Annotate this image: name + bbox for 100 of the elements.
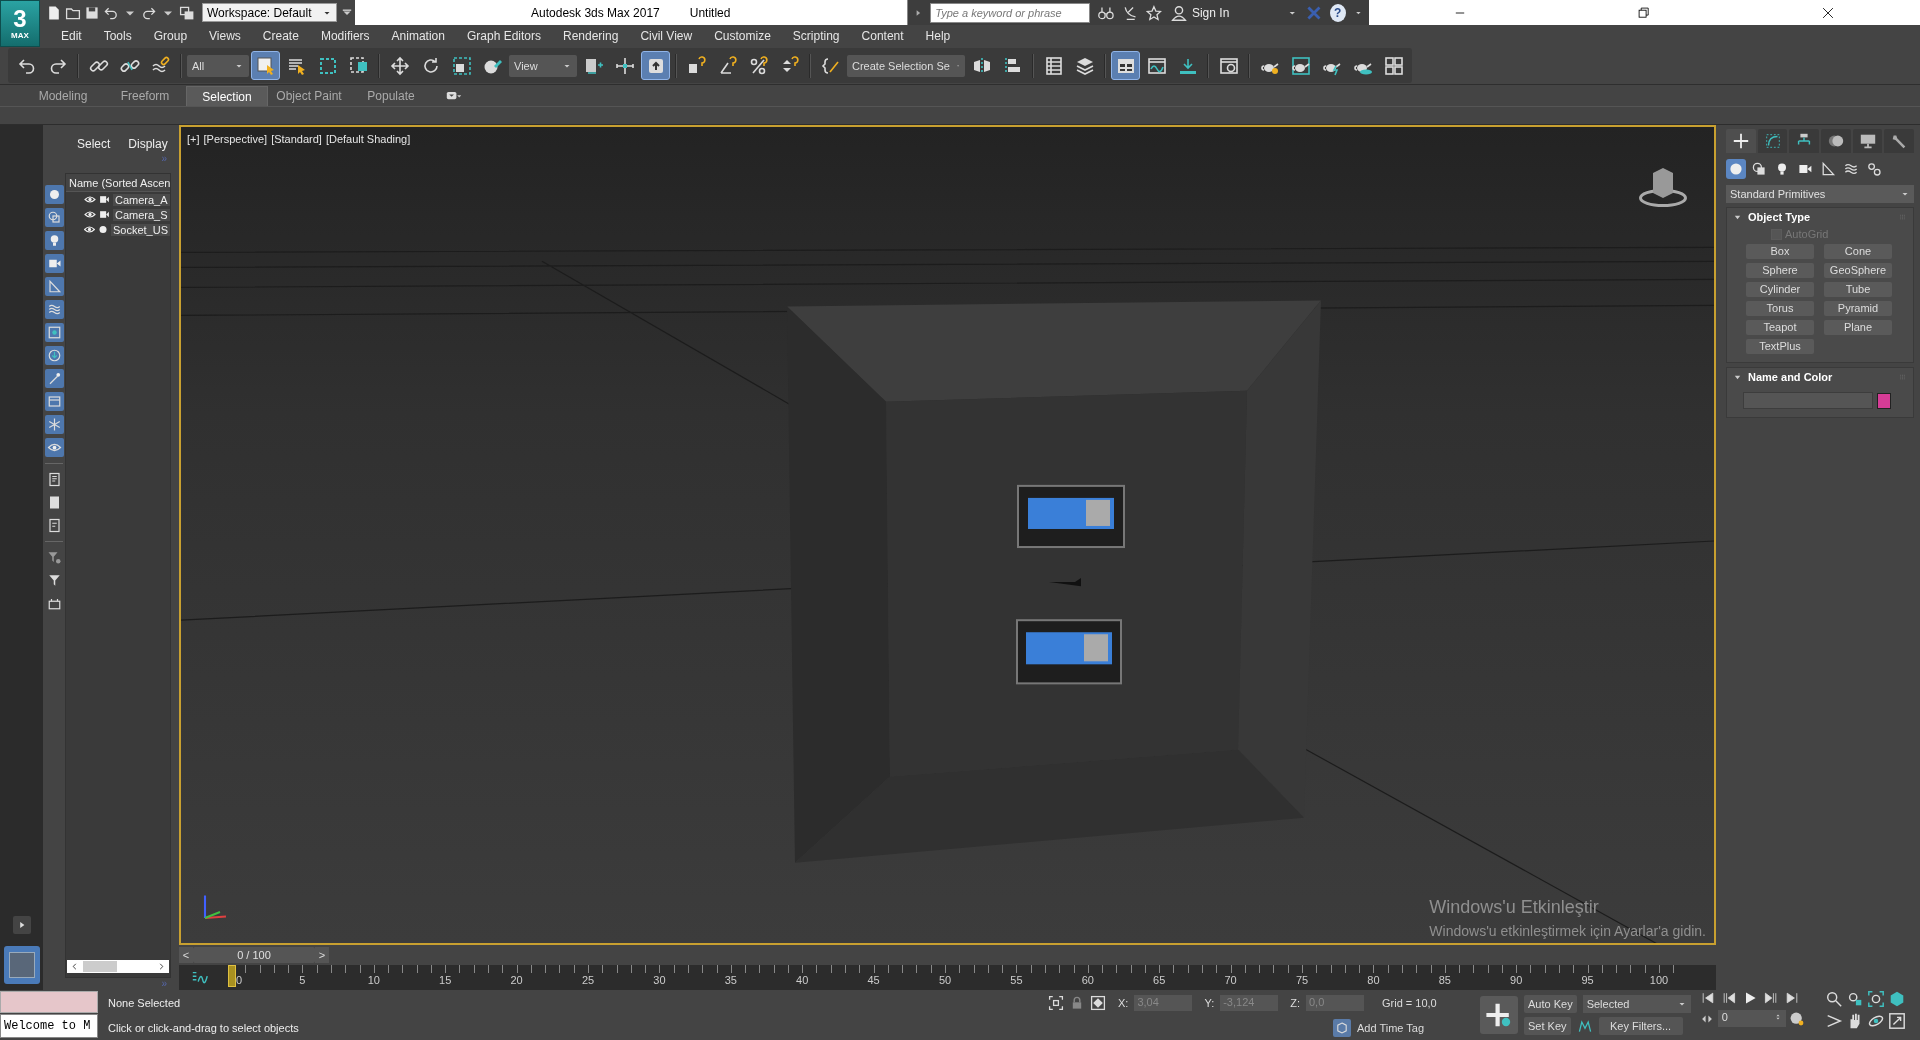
add-time-tag-label[interactable]: Add Time Tag — [1357, 1021, 1425, 1034]
menu-item[interactable]: Scripting — [781, 29, 851, 43]
previous-frame-button[interactable]: < — [179, 947, 193, 963]
category-dropdown[interactable]: Standard Primitives — [1726, 185, 1914, 203]
maxscript-listener-field[interactable]: Welcome to M — [0, 1014, 98, 1038]
menu-item[interactable]: Graph Editors — [455, 29, 552, 43]
color-swatch[interactable] — [1877, 392, 1891, 409]
explorer-menu-label[interactable]: Display — [128, 137, 168, 153]
menu-item[interactable]: Views — [198, 29, 252, 43]
viewport-menu-label[interactable]: [Perspective] — [203, 133, 268, 145]
viewport-layout-button[interactable] — [3, 946, 40, 984]
zoom-extents-icon[interactable] — [1866, 990, 1885, 1008]
primitive-button[interactable]: Plane — [1824, 320, 1892, 335]
ribbon-tab[interactable]: Populate — [350, 86, 432, 106]
ribbon-icon[interactable] — [1111, 51, 1140, 80]
search-field[interactable]: Type a keyword or phrase — [930, 2, 1091, 23]
transform-mode-icon[interactable] — [1090, 994, 1106, 1011]
key-plus-icon[interactable] — [1480, 996, 1518, 1034]
primitive-button[interactable]: Pyramid — [1824, 301, 1892, 316]
menu-item[interactable]: Group — [142, 29, 199, 43]
cube-tag-icon[interactable] — [1333, 1018, 1351, 1037]
eye-icon[interactable] — [84, 224, 95, 235]
menu-item[interactable]: Rendering — [552, 29, 630, 43]
coordinate-system-dropdown[interactable]: View — [509, 54, 577, 77]
rollout-title[interactable]: Name and Color — [1748, 371, 1833, 383]
eye-icon[interactable] — [44, 438, 64, 457]
explorer-menu-label[interactable]: Select — [77, 137, 111, 153]
app-menu-button[interactable]: 3 MAX — [0, 0, 40, 47]
close-icon[interactable] — [1821, 5, 1836, 20]
window-icon[interactable] — [44, 392, 64, 411]
horizontal-scrollbar[interactable] — [67, 960, 169, 973]
viewport-menu-label[interactable]: [Standard] — [271, 133, 322, 145]
menu-item[interactable]: Help — [914, 29, 962, 43]
workspace-dropdown[interactable]: Workspace: Default — [202, 3, 337, 22]
primitive-button[interactable]: Tube — [1824, 282, 1892, 297]
scene-object-name[interactable]: Camera_A — [113, 193, 170, 206]
primitive-button[interactable]: Cone — [1824, 244, 1892, 259]
primitive-button[interactable]: Box — [1746, 244, 1814, 259]
right-chevron-icon[interactable] — [157, 962, 166, 971]
wand-icon[interactable] — [44, 369, 64, 388]
viewport-menu-label[interactable]: [Default Shading] — [325, 133, 411, 145]
eye-icon[interactable] — [84, 194, 96, 205]
hierarchy-icon[interactable] — [1789, 129, 1819, 153]
time-config-icon[interactable] — [1788, 1010, 1805, 1027]
lock-icon[interactable] — [1070, 995, 1084, 1010]
name-field[interactable] — [1743, 392, 1873, 409]
restore-icon[interactable] — [1637, 5, 1652, 20]
curve-box-icon[interactable] — [1757, 129, 1788, 153]
menu-item[interactable]: Edit — [50, 29, 93, 43]
maxscript-output-field[interactable] — [0, 991, 98, 1013]
auto-key-button[interactable]: Auto Key — [1524, 995, 1577, 1013]
left-chevron-icon[interactable] — [70, 962, 79, 971]
ribbon-tab[interactable]: Object Paint — [268, 86, 350, 106]
isolate-frame-icon[interactable] — [1048, 994, 1064, 1011]
menu-item[interactable]: Content — [850, 29, 915, 43]
key-mode-dropdown[interactable]: Selected — [1582, 995, 1691, 1013]
frame-marker[interactable] — [228, 965, 236, 987]
next-frame-button[interactable]: > — [315, 947, 329, 963]
current-frame-field[interactable]: 0 — [1717, 1010, 1786, 1027]
selection-set-dropdown[interactable]: Create Selection Se — [847, 54, 965, 77]
box-link-icon[interactable] — [44, 323, 64, 342]
menu-item[interactable]: Tools — [92, 29, 143, 43]
eye-icon[interactable] — [84, 209, 96, 220]
primitive-button[interactable]: TextPlus — [1746, 339, 1814, 354]
menu-item[interactable]: Modifiers — [309, 29, 381, 43]
rollout-title[interactable]: Object Type — [1748, 211, 1811, 223]
plus-icon[interactable] — [1726, 129, 1756, 153]
key-filters-button[interactable]: Key Filters... — [1598, 1017, 1683, 1035]
magnifier-icon[interactable] — [1824, 990, 1843, 1008]
key-curve-icon[interactable] — [1576, 1018, 1593, 1034]
selection-filter-dropdown[interactable]: All — [187, 54, 249, 77]
bulb-icon[interactable] — [44, 231, 64, 250]
viewport-frame[interactable]: [+] [Perspective] [Standard] [Default Shading] Windows'u Etkinleştir Windows'u etkinleştirmek için Ayarlar'a gidin. — [179, 125, 1716, 945]
set-square-icon[interactable] — [44, 277, 64, 296]
sign-in-link[interactable]: Sign In — [1191, 5, 1230, 20]
ribbon-tab[interactable]: Modeling — [22, 86, 104, 106]
cursor-square-icon[interactable] — [251, 51, 280, 80]
star-icon[interactable] — [1146, 3, 1162, 22]
monitor-icon[interactable] — [1852, 129, 1883, 153]
menu-item[interactable]: Civil View — [629, 29, 704, 43]
menu-item[interactable]: Create — [251, 29, 310, 43]
snowflake-icon[interactable] — [44, 415, 64, 434]
scene-object-name[interactable]: Camera_S — [113, 208, 170, 221]
ribbon-tab[interactable]: Freeform — [104, 86, 186, 106]
scene-object-name[interactable]: Socket_US — [110, 223, 170, 236]
primitive-button[interactable]: Teapot — [1746, 320, 1814, 335]
primitive-button[interactable]: Torus — [1746, 301, 1814, 316]
primitive-button[interactable]: GeoSphere — [1824, 263, 1892, 278]
time-slider-thumb[interactable]: 0 / 100 — [193, 947, 315, 963]
ribbon-tab[interactable]: Selection — [186, 86, 268, 106]
primitive-button[interactable]: Cylinder — [1746, 282, 1814, 297]
shapes-icon[interactable] — [44, 208, 64, 227]
camera-icon[interactable] — [44, 254, 64, 273]
help-button[interactable]: ? — [1329, 3, 1346, 22]
maximize-icon[interactable] — [1887, 1012, 1906, 1030]
menu-item[interactable]: Customize — [703, 29, 782, 43]
waves-icon[interactable] — [44, 300, 64, 319]
menu-item[interactable]: Animation — [380, 29, 456, 43]
spheres-icon[interactable] — [1821, 129, 1851, 153]
primitive-button[interactable]: Sphere — [1746, 263, 1814, 278]
